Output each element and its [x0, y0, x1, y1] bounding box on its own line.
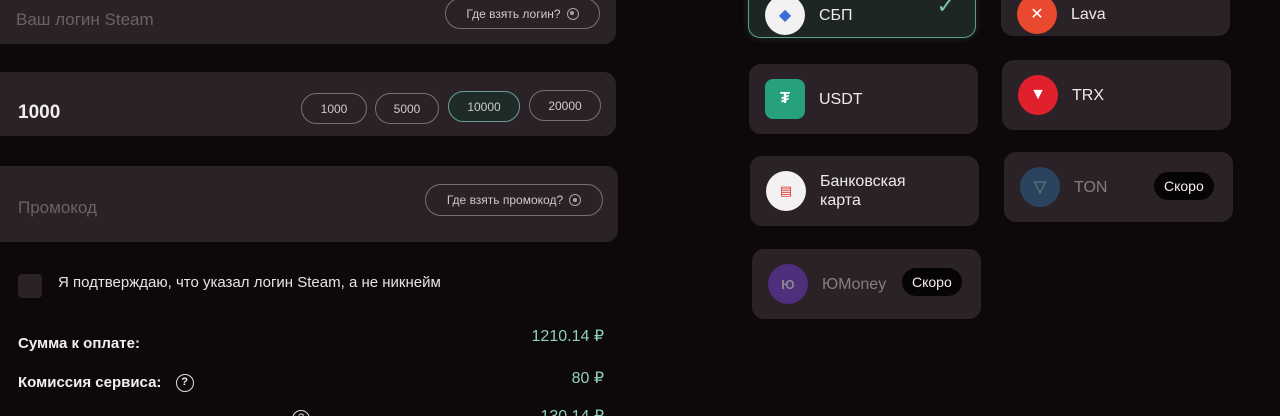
info-icon — [569, 194, 582, 206]
promo-help-label: Где взять промокод? — [446, 193, 564, 207]
payment-method-name: TON — [1074, 178, 1108, 196]
payment-method-bank-card[interactable]: ▤ Банковская карта — [750, 156, 979, 226]
payment-method-trx[interactable]: ▼ TRX — [1002, 60, 1231, 130]
yoomoney-logo-icon: Ю — [768, 264, 808, 304]
service-fee-value: 80 ₽ — [571, 370, 604, 387]
coming-soon-badge: Скоро — [1154, 172, 1214, 200]
lava-logo-icon: ✕ — [1017, 0, 1057, 34]
bank-card-logo-icon: ▤ — [766, 171, 806, 211]
service-fee-label: Комиссия сервиса: — [18, 374, 162, 391]
amount-preset-20000[interactable]: 20000 — [529, 90, 601, 121]
amount-preset-1000[interactable]: 1000 — [301, 93, 367, 124]
amount-preset-10000[interactable]: 10000 — [448, 91, 520, 122]
service-fee-row: Комиссия сервиса: ? — [18, 374, 194, 393]
info-icon — [566, 7, 579, 20]
ton-logo-icon: ▽ — [1020, 167, 1060, 207]
checkmark-icon: ✓ — [936, 0, 955, 18]
amount-preset-label: 1000 — [320, 101, 348, 116]
confirm-checkbox-label: Я подтверждаю, что указал логин Steam, а… — [58, 274, 441, 291]
payment-method-sbp[interactable]: ◆ СБП ✓ — [748, 0, 976, 38]
payment-method-name: USDT — [819, 90, 863, 108]
coming-soon-badge: Скоро — [902, 268, 962, 296]
payment-method-name: ЮMoney — [822, 275, 887, 293]
total-label: Сумма к оплате: — [18, 335, 140, 352]
promo-help-button[interactable]: Где взять промокод? — [425, 184, 603, 216]
steam-login-placeholder: Ваш логин Steam — [16, 10, 154, 29]
question-icon[interactable]: ? — [175, 374, 194, 393]
amount-preset-label: 5000 — [393, 101, 421, 116]
amount-preset-5000[interactable]: 5000 — [375, 93, 439, 124]
payment-method-usdt[interactable]: ₮ USDT — [749, 64, 978, 134]
question-icon[interactable]: ? — [292, 410, 310, 416]
sbp-logo-icon: ◆ — [765, 0, 805, 35]
trx-logo-icon: ▼ — [1018, 75, 1058, 115]
amount-value: 1000 — [18, 102, 61, 123]
login-help-label: Где взять логин? — [466, 6, 561, 21]
payment-method-name: Банковская карта — [820, 173, 906, 209]
confirm-checkbox[interactable] — [18, 274, 42, 298]
amount-preset-label: 20000 — [548, 98, 582, 113]
payment-method-lava[interactable]: ✕ Lava — [1001, 0, 1230, 36]
payment-method-name: СБП — [819, 6, 853, 24]
total-value: 1210.14 ₽ — [531, 328, 604, 345]
promo-code-placeholder: Промокод — [18, 198, 97, 217]
amount-preset-label: 10000 — [467, 99, 501, 114]
payment-method-name: TRX — [1072, 86, 1104, 104]
extra-fee-value: 130.14 ₽ — [540, 406, 604, 416]
login-help-button[interactable]: Где взять логин? — [445, 0, 600, 29]
payment-method-name: Lava — [1071, 5, 1106, 23]
usdt-logo-icon: ₮ — [765, 79, 805, 119]
